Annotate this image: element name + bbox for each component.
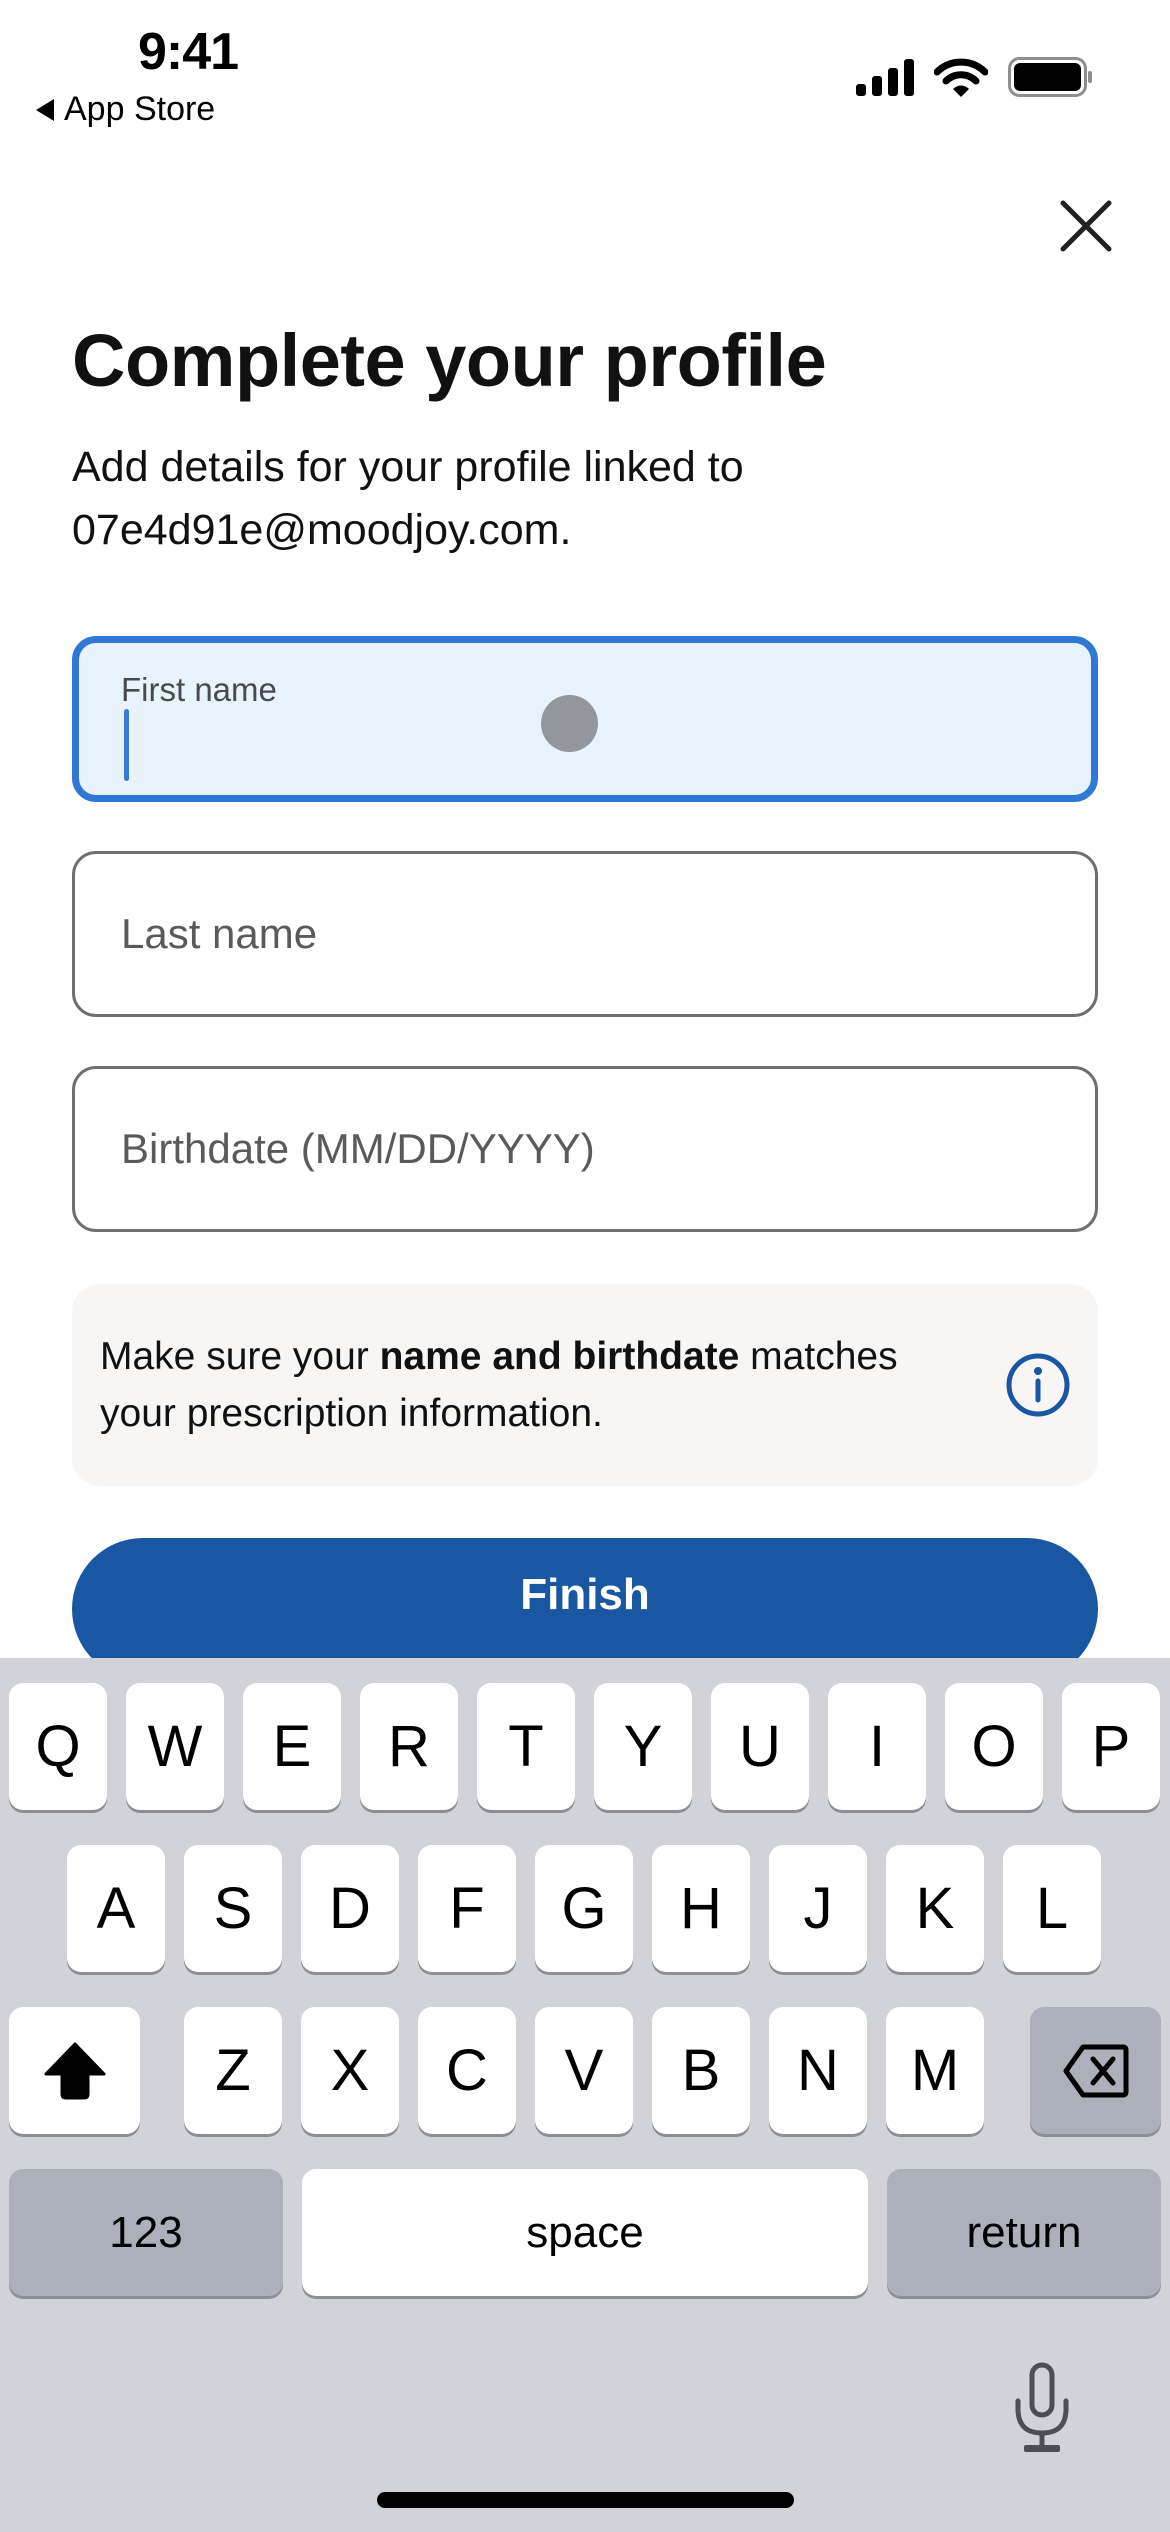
key-j[interactable]: J bbox=[769, 1845, 867, 1972]
key-g[interactable]: G bbox=[535, 1845, 633, 1972]
key-r[interactable]: R bbox=[360, 1683, 458, 1810]
birthdate-placeholder: Birthdate (MM/DD/YYYY) bbox=[121, 1125, 595, 1172]
battery-icon bbox=[1008, 57, 1092, 97]
shift-icon bbox=[44, 2042, 105, 2099]
key-h[interactable]: H bbox=[652, 1845, 750, 1972]
info-icon[interactable] bbox=[1005, 1352, 1071, 1418]
key-y[interactable]: Y bbox=[594, 1683, 692, 1810]
key-m[interactable]: M bbox=[886, 2007, 984, 2134]
back-triangle-icon bbox=[36, 98, 54, 121]
key-p[interactable]: P bbox=[1062, 1683, 1160, 1810]
key-i[interactable]: I bbox=[828, 1683, 926, 1810]
home-indicator[interactable] bbox=[377, 2492, 794, 2508]
key-o[interactable]: O bbox=[945, 1683, 1043, 1810]
touch-indicator bbox=[541, 695, 598, 752]
last-name-field[interactable]: Last name bbox=[72, 851, 1098, 1017]
key-x[interactable]: X bbox=[301, 2007, 399, 2134]
first-name-field[interactable]: First name bbox=[72, 636, 1098, 802]
key-v[interactable]: V bbox=[535, 2007, 633, 2134]
wifi-icon bbox=[934, 58, 988, 97]
status-time: 9:41 bbox=[138, 23, 239, 81]
info-text-bold: name and birthdate bbox=[379, 1335, 740, 1378]
first-name-label: First name bbox=[121, 671, 277, 708]
back-to-app-store[interactable]: App Store bbox=[36, 90, 215, 129]
info-text: Make sure your name and birthdate matche… bbox=[100, 1328, 980, 1442]
info-text-before: Make sure your bbox=[100, 1335, 380, 1378]
last-name-placeholder: Last name bbox=[121, 910, 318, 957]
key-z[interactable]: Z bbox=[184, 2007, 282, 2134]
key-n[interactable]: N bbox=[769, 2007, 867, 2134]
key-d[interactable]: D bbox=[301, 1845, 399, 1972]
return-key[interactable]: return bbox=[887, 2169, 1161, 2296]
close-button[interactable] bbox=[1050, 190, 1122, 262]
key-s[interactable]: S bbox=[184, 1845, 282, 1972]
space-key[interactable]: space bbox=[302, 2169, 868, 2296]
key-k[interactable]: K bbox=[886, 1845, 984, 1972]
key-u[interactable]: U bbox=[711, 1683, 809, 1810]
key-a[interactable]: A bbox=[67, 1845, 165, 1972]
key-f[interactable]: F bbox=[418, 1845, 516, 1972]
keyboard: QWERTYUIOP ASDFGHJKL ZXCVBNM 123 space r… bbox=[0, 1658, 1170, 2532]
delete-icon bbox=[1063, 2044, 1128, 2097]
shift-key[interactable] bbox=[9, 2007, 140, 2134]
microphone-icon[interactable] bbox=[1010, 2361, 1074, 2455]
back-app-label: App Store bbox=[64, 90, 216, 128]
key-t[interactable]: T bbox=[477, 1683, 575, 1810]
page-title: Complete your profile bbox=[72, 319, 827, 402]
text-caret bbox=[124, 709, 129, 781]
key-c[interactable]: C bbox=[418, 2007, 516, 2134]
cellular-signal-icon bbox=[856, 59, 914, 96]
numbers-key[interactable]: 123 bbox=[9, 2169, 283, 2296]
key-b[interactable]: B bbox=[652, 2007, 750, 2134]
delete-key[interactable] bbox=[1030, 2007, 1161, 2134]
close-icon bbox=[1060, 200, 1112, 252]
key-w[interactable]: W bbox=[126, 1683, 224, 1810]
birthdate-field[interactable]: Birthdate (MM/DD/YYYY) bbox=[72, 1066, 1098, 1232]
key-q[interactable]: Q bbox=[9, 1683, 107, 1810]
key-e[interactable]: E bbox=[243, 1683, 341, 1810]
page-subtitle: Add details for your profile linked to 0… bbox=[72, 443, 744, 554]
key-l[interactable]: L bbox=[1003, 1845, 1101, 1972]
info-notice: Make sure your name and birthdate matche… bbox=[72, 1284, 1098, 1486]
